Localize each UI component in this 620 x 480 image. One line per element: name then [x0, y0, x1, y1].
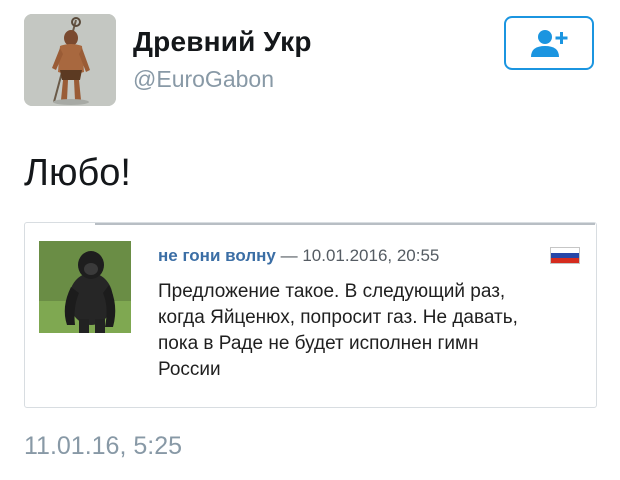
gorilla-avatar-icon	[39, 241, 131, 333]
quote-body-line: Предложение такое. В следующий раз,	[158, 281, 506, 302]
quote-body-line: России	[158, 359, 221, 380]
tweet-timestamp[interactable]: 11.01.16, 5:25	[24, 432, 182, 461]
russian-flag-icon	[550, 247, 580, 264]
caveman-avatar-icon	[24, 14, 116, 106]
tweet-text: Любо!	[24, 152, 131, 194]
quote-avatar	[39, 241, 131, 333]
flag-stripe-red	[551, 257, 579, 263]
quote-datetime: 10.01.2016, 20:55	[302, 246, 440, 265]
follow-button[interactable]	[504, 16, 594, 70]
author-display-name[interactable]: Древний Укр	[133, 26, 312, 58]
quote-body: Предложение такое. В следующий раз, когд…	[158, 279, 578, 383]
quote-separator: —	[280, 246, 298, 265]
add-user-icon	[531, 30, 568, 57]
author-avatar[interactable]	[24, 14, 116, 106]
tweet-card: Древний Укр @EuroGabon Любо! не гони вол…	[0, 0, 620, 480]
quote-username[interactable]: не гони волну	[158, 246, 276, 265]
quote-body-line: когда Яйценюх, попросит газ. Не давать,	[158, 307, 518, 328]
quote-divider	[95, 223, 595, 225]
quote-body-line: пока в Раде не будет исполнен гимн	[158, 333, 479, 354]
author-handle[interactable]: @EuroGabon	[133, 66, 274, 93]
quoted-comment-card[interactable]: не гони волну — 10.01.2016, 20:55 Предло…	[24, 222, 597, 408]
quote-meta: не гони волну — 10.01.2016, 20:55	[158, 246, 439, 266]
